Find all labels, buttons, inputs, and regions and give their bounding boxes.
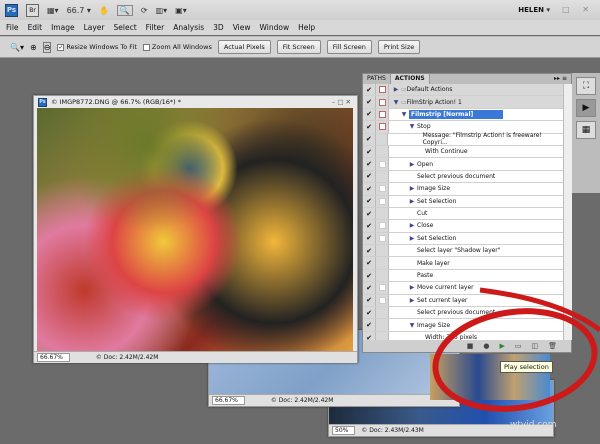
red-circle-annotation [432,287,600,412]
annotation-ellipse [432,308,598,412]
watermark: wtvid.com [510,420,557,430]
